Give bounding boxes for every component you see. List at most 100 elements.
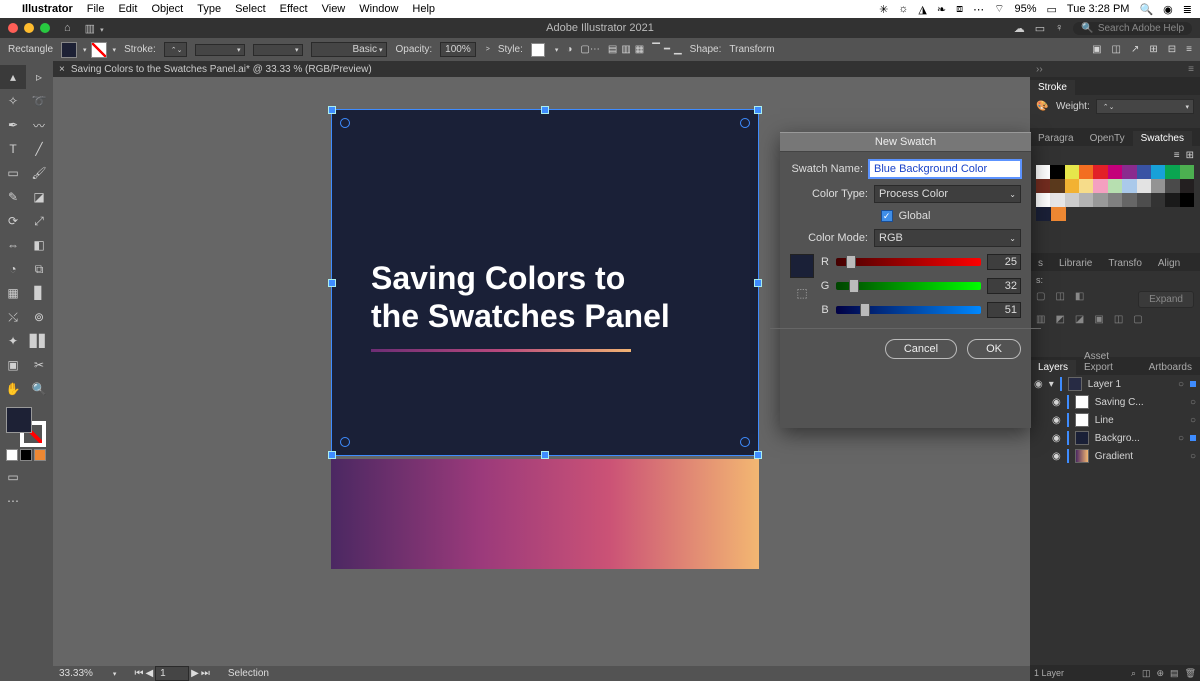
selection-tool[interactable]: ▴ bbox=[0, 65, 26, 89]
menu-effect[interactable]: Effect bbox=[280, 3, 308, 15]
stroke-profile-basic[interactable]: Basic▾ bbox=[311, 42, 387, 57]
menu-window[interactable]: Window bbox=[359, 3, 398, 15]
web-safe-icon[interactable]: ⬚ bbox=[796, 286, 807, 300]
swatch[interactable] bbox=[1079, 179, 1093, 193]
weight-dropdown[interactable]: ‍⌃⌄▾ bbox=[1096, 99, 1194, 114]
pathfinder-outline-icon[interactable]: ◫ bbox=[1114, 314, 1123, 325]
pathfinder-minusback-icon[interactable]: ▢ bbox=[1133, 314, 1142, 325]
scale-tool[interactable]: ⤢ bbox=[26, 209, 52, 233]
live-corner-widget[interactable] bbox=[740, 118, 750, 128]
menu-select[interactable]: Select bbox=[235, 3, 266, 15]
swatch[interactable] bbox=[1108, 179, 1122, 193]
tips-icon[interactable]: ♀ bbox=[1055, 22, 1063, 34]
swatch[interactable] bbox=[1036, 165, 1050, 179]
wifi-icon[interactable]: ⌔ bbox=[994, 2, 1004, 16]
new-sublayer-icon[interactable]: ⊕ bbox=[1157, 668, 1165, 679]
global-checkbox[interactable]: ✓ bbox=[881, 210, 893, 222]
color-mode-icon[interactable] bbox=[6, 449, 18, 461]
search-help-input[interactable]: 🔍 Search Adobe Help bbox=[1073, 22, 1192, 35]
layer-row[interactable]: ◉Line○ bbox=[1030, 411, 1200, 429]
layer-name[interactable]: Backgro... bbox=[1095, 433, 1172, 444]
swatch[interactable] bbox=[1093, 193, 1107, 207]
stroke-width-profile[interactable]: ▾ bbox=[195, 44, 245, 56]
align-to-icon[interactable]: ⊞ bbox=[1149, 44, 1157, 55]
opacity-input[interactable]: 100% bbox=[440, 42, 476, 57]
swatch[interactable] bbox=[1079, 165, 1093, 179]
swatch[interactable] bbox=[1108, 165, 1122, 179]
swatch[interactable] bbox=[1065, 179, 1079, 193]
swatch[interactable] bbox=[1137, 165, 1151, 179]
swatch[interactable] bbox=[1151, 193, 1165, 207]
swatch[interactable] bbox=[1050, 193, 1064, 207]
magic-wand-tool[interactable]: ✧ bbox=[0, 89, 26, 113]
live-corner-widget[interactable] bbox=[740, 437, 750, 447]
menu-type[interactable]: Type bbox=[197, 3, 221, 15]
swatch[interactable] bbox=[1122, 165, 1136, 179]
new-layer-icon[interactable]: ▤ bbox=[1170, 668, 1179, 679]
lasso-tool[interactable]: ➰ bbox=[26, 89, 52, 113]
perspective-tool[interactable]: ⧉ bbox=[26, 257, 52, 281]
selection-handle[interactable] bbox=[328, 106, 336, 114]
live-corner-widget[interactable] bbox=[340, 437, 350, 447]
g-value-input[interactable]: 32 bbox=[987, 278, 1021, 294]
clip-mask-icon[interactable]: ◫ bbox=[1112, 44, 1121, 55]
gradient-tool[interactable]: ▊ bbox=[26, 281, 52, 305]
document-tab-title[interactable]: Saving Colors to the Swatches Panel.ai* … bbox=[71, 64, 372, 75]
workspace-switcher[interactable]: ▥ ▾ bbox=[85, 22, 104, 35]
target-icon[interactable]: ○ bbox=[1190, 415, 1196, 426]
swatch[interactable] bbox=[1122, 193, 1136, 207]
swatch[interactable] bbox=[1165, 165, 1179, 179]
pathfinder-minus-icon[interactable]: ◫ bbox=[1055, 291, 1064, 308]
swatch[interactable] bbox=[1137, 193, 1151, 207]
swatch[interactable] bbox=[1151, 165, 1165, 179]
selection-handle[interactable] bbox=[328, 451, 336, 459]
fill-color[interactable] bbox=[61, 42, 77, 58]
swatch-grid-icon[interactable]: ⊞ bbox=[1186, 150, 1194, 161]
opacity-dropdown[interactable]: > bbox=[486, 46, 490, 53]
layer-row[interactable]: ◉▾Layer 1○ bbox=[1030, 375, 1200, 393]
menu-edit[interactable]: Edit bbox=[118, 3, 137, 15]
menubar-evernote-icon[interactable]: ❧ bbox=[937, 3, 946, 16]
swatch[interactable] bbox=[1180, 165, 1194, 179]
last-artboard-icon[interactable]: ⏭ bbox=[201, 668, 210, 679]
next-artboard-icon[interactable]: ▶ bbox=[191, 668, 199, 679]
window-close-button[interactable] bbox=[8, 23, 18, 33]
line-tool[interactable]: ╱ bbox=[26, 137, 52, 161]
swatch[interactable] bbox=[1065, 165, 1079, 179]
locate-layer-icon[interactable]: ⌕ bbox=[1131, 668, 1136, 679]
panel-tab-stroke[interactable]: Stroke bbox=[1030, 80, 1075, 95]
layer-row[interactable]: ◉Backgro...○ bbox=[1030, 429, 1200, 447]
isolate-icon[interactable]: ▣ bbox=[1092, 44, 1101, 55]
fill-stroke-swatcher[interactable] bbox=[6, 407, 46, 447]
gradient-rect[interactable] bbox=[331, 459, 759, 569]
pen-tool[interactable]: ✒ bbox=[0, 113, 26, 137]
visibility-toggle-icon[interactable]: ◉ bbox=[1052, 397, 1061, 408]
eraser-tool[interactable]: ◪ bbox=[26, 185, 52, 209]
collapse-panels-icon[interactable]: ›› ≡ bbox=[1030, 61, 1200, 77]
graph-tool[interactable]: ▊▋ bbox=[26, 329, 52, 353]
swatch[interactable] bbox=[1137, 179, 1151, 193]
symbol-sprayer-tool[interactable]: ✦ bbox=[0, 329, 26, 353]
swatch[interactable] bbox=[1180, 179, 1194, 193]
distribute-icon[interactable]: ⊟ bbox=[1168, 44, 1176, 55]
zoom-tool[interactable]: 🔍 bbox=[26, 377, 52, 401]
panel-tab-artboards[interactable]: Artboards bbox=[1141, 360, 1200, 375]
swatch[interactable] bbox=[1108, 193, 1122, 207]
delete-layer-icon[interactable]: 🗑 bbox=[1185, 668, 1196, 679]
color-type-dropdown[interactable]: Process Color⌄ bbox=[874, 185, 1021, 203]
selection-handle[interactable] bbox=[754, 451, 762, 459]
hand-tool[interactable]: ✋ bbox=[0, 377, 26, 401]
menu-help[interactable]: Help bbox=[412, 3, 435, 15]
visibility-toggle-icon[interactable]: ◉ bbox=[1052, 415, 1061, 426]
menu-file[interactable]: File bbox=[87, 3, 105, 15]
target-icon[interactable]: ○ bbox=[1178, 379, 1184, 390]
visibility-toggle-icon[interactable]: ◉ bbox=[1052, 451, 1061, 462]
eyedropper-tool[interactable]: ⤯ bbox=[0, 305, 26, 329]
pathfinder-crop-icon[interactable]: ▣ bbox=[1094, 314, 1103, 325]
mesh-tool[interactable]: ▦ bbox=[0, 281, 26, 305]
edit-toolbar-icon[interactable]: ⋯ bbox=[0, 489, 26, 513]
align-group-icon[interactable]: ▢⋯ bbox=[580, 44, 599, 55]
notification-center-icon[interactable]: ≣ bbox=[1183, 3, 1192, 16]
align-vcenter-icon[interactable]: ━ bbox=[664, 44, 670, 55]
color-mode-dropdown[interactable]: RGB⌄ bbox=[874, 229, 1021, 247]
